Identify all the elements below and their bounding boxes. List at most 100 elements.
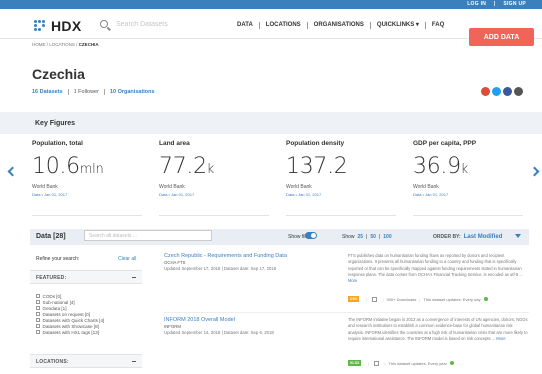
key-figure-date[interactable]: Data • Jan 01, 2017 — [286, 192, 404, 197]
key-figure-source: World Bank — [32, 184, 58, 190]
dataset-search-input[interactable]: Search all datasets ... — [84, 230, 212, 241]
logo-mark-icon — [34, 20, 48, 32]
quick-charts-icon — [372, 296, 378, 302]
key-figure-source: World Bank — [159, 184, 185, 190]
country-stats: 16 Datasets 1 Follower 10 Organisations — [32, 89, 165, 95]
key-figures-band — [0, 112, 542, 134]
nav-quicklinks[interactable]: QUICKLINKS ▾ — [371, 22, 426, 29]
key-figure-source: World Bank — [286, 184, 312, 190]
divider — [286, 215, 396, 216]
twitter-icon[interactable] — [492, 87, 501, 96]
dataset-meta: CSV | | 300+ Downloads | This dataset up… — [348, 296, 488, 302]
carousel-next-icon[interactable] — [529, 166, 540, 177]
key-figure-date[interactable]: Data • Jan 01, 2017 — [32, 192, 150, 197]
key-figure-date[interactable]: Data • Jan 01, 2017 — [159, 192, 277, 197]
facet-item[interactable]: Datasets with Quick Charts [4] — [36, 317, 104, 323]
google-plus-icon[interactable] — [481, 87, 490, 96]
search-input[interactable] — [116, 20, 196, 28]
search-icon[interactable] — [100, 20, 108, 28]
checkbox[interactable] — [36, 306, 40, 310]
hdx-logo[interactable]: HDX — [34, 18, 81, 34]
nav-faq[interactable]: FAQ — [426, 22, 450, 29]
page-size-selector: Show 25 | 50 | 100 — [342, 234, 395, 240]
fresh-status-icon — [449, 361, 454, 365]
key-figure-label: Land area — [159, 140, 190, 147]
order-by-label: ORDER BY: — [433, 234, 461, 240]
quick-charts-icon — [374, 360, 380, 366]
freshness-label: This dataset updates: Every year — [388, 360, 447, 366]
main-nav: DATA LOCATIONS ORGANISATIONS QUICKLINKS … — [231, 22, 450, 29]
checkbox[interactable] — [36, 318, 40, 322]
checkbox[interactable] — [36, 324, 40, 328]
key-figure-date[interactable]: Data • Jan 01, 2017 — [413, 192, 531, 197]
featured-facet-header[interactable]: FEATURED: — [30, 270, 142, 284]
format-badge[interactable]: CSV — [348, 296, 360, 302]
downloads-count: 300+ Downloads — [386, 296, 417, 302]
chevron-down-icon[interactable] — [515, 234, 521, 238]
collapse-icon[interactable] — [132, 361, 136, 362]
carousel-prev-icon[interactable] — [7, 166, 18, 177]
more-link[interactable]: More — [496, 336, 505, 341]
dataset-result: INFORM 2018 Overall Model INFORM Updated… — [164, 317, 529, 369]
featured-facet-list: CODs [0] Sub-national [4] Geodata [1] Da… — [36, 293, 104, 335]
clear-all-link[interactable]: Clear all — [118, 256, 136, 262]
logo-text: HDX — [51, 18, 82, 34]
signup-link[interactable]: SIGN UP — [503, 1, 526, 7]
divider — [159, 215, 269, 216]
dataset-meta: XLSX | | This dataset updates: Every yea… — [348, 360, 454, 366]
key-figure-label: Population density — [286, 140, 345, 147]
email-icon[interactable] — [514, 87, 523, 96]
key-figure-value: 10.6mln — [32, 154, 104, 179]
site-header: HDX DATA LOCATIONS ORGANISATIONS QUICKLI… — [0, 9, 542, 46]
data-count-title: Data [28] — [36, 233, 66, 240]
key-figure-value: 77.2k — [159, 154, 215, 179]
account-strip: LOG IN | SIGN UP — [0, 0, 542, 9]
account-links: LOG IN | SIGN UP — [461, 1, 526, 7]
checkbox[interactable] — [36, 330, 40, 334]
separator: | — [378, 234, 381, 240]
facet-item[interactable]: Datasets with Showcase [8] — [36, 323, 104, 329]
result-divider — [164, 312, 529, 313]
show-label: Show — [342, 234, 355, 240]
filter-toggle[interactable] — [305, 232, 317, 239]
collapse-icon[interactable] — [132, 277, 136, 278]
organisations-count-link[interactable]: 10 Organisations — [110, 89, 160, 95]
fresh-status-icon — [483, 297, 488, 301]
key-figure-value: 36.9k — [413, 154, 469, 179]
checkbox[interactable] — [36, 294, 40, 298]
nav-organisations[interactable]: ORGANISATIONS — [308, 22, 371, 29]
more-link[interactable]: More — [348, 278, 357, 283]
add-data-button[interactable]: ADD DATA — [469, 28, 534, 46]
key-figure-gdp: GDP per capita, PPP 36.9k World Bank Dat… — [413, 140, 531, 216]
locations-facet-header[interactable]: LOCATIONS: — [30, 354, 142, 368]
nav-locations[interactable]: LOCATIONS — [260, 22, 308, 29]
order-by[interactable]: ORDER BY: Last Modified — [433, 234, 502, 240]
key-figure-source: World Bank — [413, 184, 439, 190]
facet-item[interactable]: Datasets with HXL tags [13] — [36, 329, 104, 335]
key-figure-land-area: Land area 77.2k World Bank Data • Jan 01… — [159, 140, 277, 216]
dataset-description: The INFORM initiative began in 2012 as a… — [348, 317, 528, 341]
dataset-result: Czech Republic - Requirements and Fundin… — [164, 253, 529, 305]
checkbox[interactable] — [36, 312, 40, 316]
order-by-value[interactable]: Last Modified — [464, 234, 503, 240]
checkbox[interactable] — [36, 300, 40, 304]
divider — [413, 215, 523, 216]
datasets-count-link[interactable]: 16 Datasets — [32, 89, 69, 95]
breadcrumb-path[interactable]: HOME / LOCATIONS / — [32, 42, 79, 47]
format-badge[interactable]: XLSX — [348, 360, 362, 366]
key-figure-label: GDP per capita, PPP — [413, 140, 477, 147]
page-title: Czechia — [32, 66, 85, 82]
facebook-icon[interactable] — [503, 87, 512, 96]
dataset-description: FTS publishes data on humanitarian fundi… — [348, 253, 523, 284]
refine-label: Refine your search: — [36, 256, 80, 262]
page-size-option[interactable]: 50 — [370, 234, 376, 240]
key-figure-population-density: Population density 137.2 World Bank Data… — [286, 140, 404, 216]
freshness-label: This dataset updates: Every day — [423, 296, 481, 302]
page-size-option[interactable]: 25 — [358, 234, 364, 240]
breadcrumb-current: CZECHIA — [78, 42, 99, 47]
separator: | — [493, 1, 496, 7]
page-size-option[interactable]: 100 — [383, 234, 391, 240]
nav-data[interactable]: DATA — [231, 22, 260, 29]
login-link[interactable]: LOG IN — [467, 1, 486, 7]
facet-title: LOCATIONS: — [36, 359, 69, 365]
